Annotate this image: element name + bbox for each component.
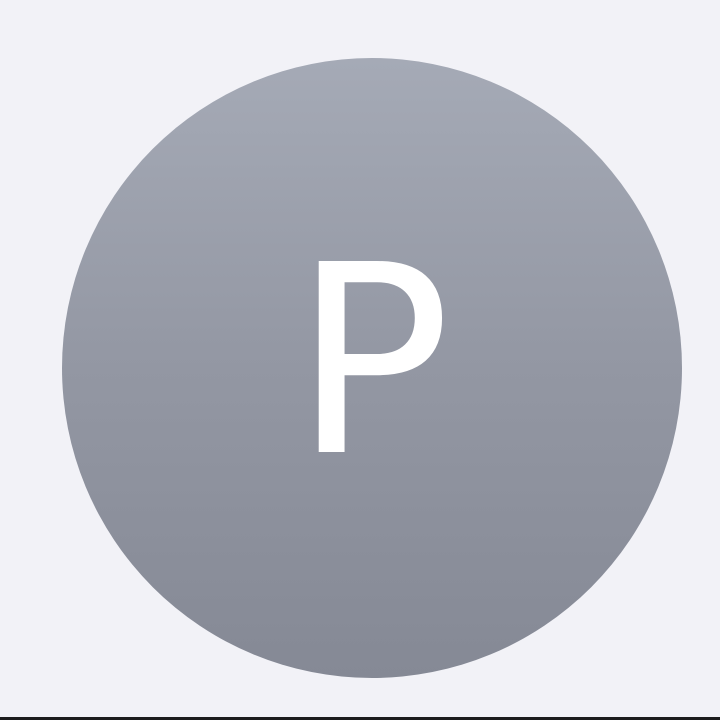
contact-avatar-screen: P	[0, 0, 720, 720]
avatar-initial: P	[293, 209, 451, 514]
contact-avatar[interactable]: P	[62, 58, 682, 678]
